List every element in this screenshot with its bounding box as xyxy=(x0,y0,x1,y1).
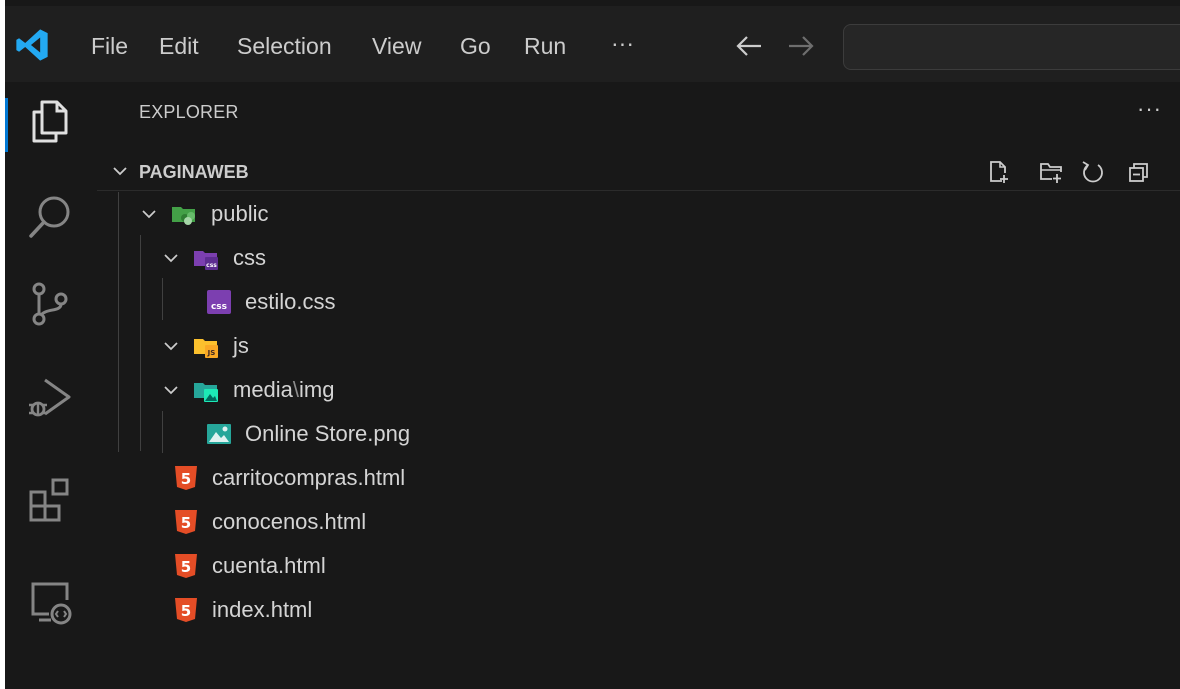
tree-item-label: index.html xyxy=(212,597,313,622)
title-bar: File Edit Selection View Go Run ··· xyxy=(5,6,1180,82)
menu-go[interactable]: Go xyxy=(460,33,491,60)
workspace-title: PAGINAWEB xyxy=(139,162,249,182)
chevron-down-icon xyxy=(164,342,178,351)
activity-bar xyxy=(5,82,97,689)
tree-item-label: public xyxy=(211,201,269,226)
tree-item-public-folder[interactable]: public xyxy=(97,193,1180,235)
svg-text:5: 5 xyxy=(181,470,191,488)
svg-text:5: 5 xyxy=(181,558,191,576)
svg-text:css: css xyxy=(211,302,227,312)
menu-more[interactable]: ··· xyxy=(611,30,634,57)
public-folder-icon xyxy=(172,207,195,225)
svg-text:JS: JS xyxy=(207,349,216,357)
tree-item-js-folder[interactable]: JS js xyxy=(97,325,1180,367)
css-file-icon: css xyxy=(207,290,231,314)
chevron-down-icon xyxy=(164,386,178,395)
html-file-icon: 5 xyxy=(175,554,197,578)
arrow-left-icon[interactable] xyxy=(733,30,765,62)
tree-item-online-store-png[interactable]: Online Store.png xyxy=(97,413,1180,455)
tree-item-css-folder[interactable]: css css xyxy=(97,237,1180,279)
tree-item-label: js xyxy=(233,333,249,358)
image-file-icon xyxy=(207,424,231,444)
vscode-window: File Edit Selection View Go Run ··· EXPL… xyxy=(5,0,1180,689)
tree-item-label: media\img xyxy=(233,377,335,403)
chevron-down-icon xyxy=(164,254,178,263)
svg-text:5: 5 xyxy=(181,514,191,532)
extensions-icon[interactable] xyxy=(25,476,75,526)
js-folder-icon: JS xyxy=(194,339,218,358)
explorer-title: EXPLORER xyxy=(139,102,239,122)
path-segment: media xyxy=(233,377,293,402)
workspace-section-header[interactable]: PAGINAWEB xyxy=(97,154,1180,191)
menu-view[interactable]: View xyxy=(372,33,421,60)
tree-item-media-img-folder[interactable]: media\img xyxy=(97,369,1180,411)
tree-item-conocenos-html[interactable]: 5 conocenos.html xyxy=(97,501,1180,543)
tree-item-carritocompras-html[interactable]: 5 carritocompras.html xyxy=(97,457,1180,499)
chevron-down-icon xyxy=(142,210,156,219)
image-folder-icon xyxy=(194,383,218,402)
explorer-sidebar: EXPLORER ··· PAGINAWEB public css css cs… xyxy=(97,82,1180,689)
command-center-search[interactable] xyxy=(843,24,1180,70)
vscode-logo-icon[interactable] xyxy=(15,28,49,62)
css-folder-icon: css xyxy=(194,251,218,270)
tree-item-label: conocenos.html xyxy=(212,509,367,534)
menu-edit[interactable]: Edit xyxy=(159,33,199,60)
explorer-more-button[interactable]: ··· xyxy=(1137,96,1162,122)
menu-file[interactable]: File xyxy=(91,33,128,60)
source-control-icon[interactable] xyxy=(25,278,75,328)
search-icon[interactable] xyxy=(25,192,75,242)
html-file-icon: 5 xyxy=(175,510,197,534)
tree-item-label: Online Store.png xyxy=(245,421,411,446)
html-file-icon: 5 xyxy=(175,466,197,490)
tree-item-label: cuenta.html xyxy=(212,553,326,578)
run-debug-icon[interactable] xyxy=(25,372,75,422)
arrow-right-icon[interactable] xyxy=(785,30,817,62)
tree-item-label: carritocompras.html xyxy=(212,465,406,490)
new-folder-icon[interactable] xyxy=(1038,159,1064,185)
refresh-icon[interactable] xyxy=(1080,159,1106,185)
menu-run[interactable]: Run xyxy=(524,33,566,60)
tree-item-cuenta-html[interactable]: 5 cuenta.html xyxy=(97,545,1180,587)
tree-item-index-html[interactable]: 5 index.html xyxy=(97,589,1180,631)
collapse-all-icon[interactable] xyxy=(1126,159,1152,185)
tree-item-estilo-css[interactable]: css estilo.css xyxy=(97,281,1180,323)
svg-text:css: css xyxy=(206,262,217,269)
active-indicator xyxy=(5,98,8,152)
remote-explorer-icon[interactable] xyxy=(25,576,75,626)
menu-selection[interactable]: Selection xyxy=(237,33,332,60)
tree-item-label: estilo.css xyxy=(245,289,336,314)
explorer-icon[interactable] xyxy=(25,96,75,146)
new-file-icon[interactable] xyxy=(986,159,1012,185)
html-file-icon: 5 xyxy=(175,598,197,622)
svg-text:5: 5 xyxy=(181,602,191,620)
chevron-down-icon xyxy=(113,167,127,176)
tree-item-label: css xyxy=(233,245,266,270)
path-segment: img xyxy=(299,377,335,402)
